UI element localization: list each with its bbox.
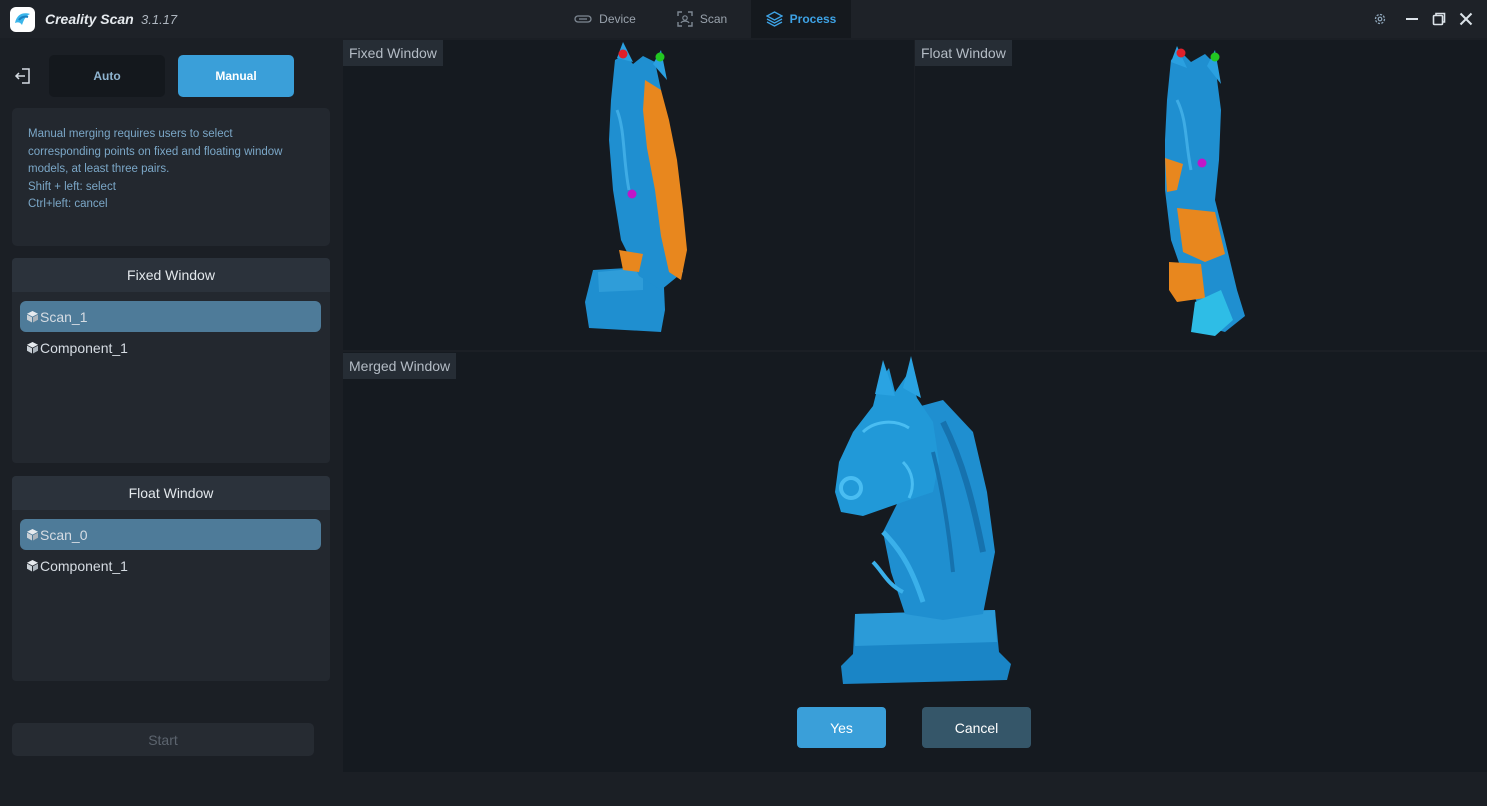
cube-icon (27, 560, 38, 572)
gear-icon (1374, 13, 1386, 25)
horse-model-float (1165, 46, 1245, 336)
help-line: models, at least three pairs. (28, 163, 170, 175)
minimize-button[interactable] (1402, 9, 1422, 29)
list-item[interactable]: Scan_1 (20, 301, 321, 332)
tab-scan[interactable]: Scan (662, 0, 742, 38)
tab-process[interactable]: Process (751, 0, 851, 38)
device-icon (574, 15, 592, 23)
help-line: Manual merging requires users to select (28, 128, 233, 140)
manual-mode-button[interactable]: Manual (178, 55, 294, 97)
tab-scan-label: Scan (699, 12, 728, 26)
tab-process-label: Process (789, 12, 837, 26)
exit-icon (14, 68, 30, 84)
auto-mode-button[interactable]: Auto (49, 55, 165, 97)
cancel-button[interactable]: Cancel (922, 707, 1031, 748)
close-icon (1459, 12, 1473, 26)
merged-window-viewport[interactable]: Merged Window (343, 352, 1487, 772)
horse-model-fixed (585, 42, 687, 332)
title-bar: Creality Scan 3.1.17 Device Scan Process (0, 0, 1487, 38)
exit-button[interactable] (13, 66, 33, 86)
settings-button[interactable] (1370, 9, 1390, 29)
float-window-viewport[interactable]: Float Window (915, 40, 1487, 350)
app-name: Creality Scan (45, 11, 134, 27)
merged-window-label: Merged Window (343, 353, 457, 379)
fixed-window-list-title: Fixed Window (12, 258, 330, 292)
horse-model-merged (835, 356, 1011, 684)
app-logo-icon (10, 7, 35, 32)
float-window-list-title: Float Window (12, 476, 330, 510)
restore-icon (1432, 12, 1446, 26)
help-box: Manual merging requires users to select … (12, 108, 330, 246)
cube-icon (27, 311, 38, 323)
list-item-label: Scan_1 (40, 308, 88, 325)
float-window-list: Float Window Scan_0 Component_1 (12, 476, 330, 681)
close-button[interactable] (1456, 9, 1476, 29)
list-item-label: Component_1 (40, 339, 128, 356)
help-line: Ctrl+left: cancel (28, 198, 108, 210)
restore-button[interactable] (1429, 9, 1449, 29)
list-item[interactable]: Component_1 (20, 550, 321, 581)
help-line: Shift + left: select (28, 180, 116, 193)
list-item[interactable]: Scan_0 (20, 519, 321, 550)
fixed-window-viewport[interactable]: Fixed Window (343, 40, 914, 350)
list-item-label: Scan_0 (40, 526, 88, 543)
tab-device-label: Device (599, 12, 636, 26)
layers-icon (765, 11, 783, 27)
help-line: corresponding points on fixed and floati… (28, 145, 283, 158)
float-window-label: Float Window (915, 40, 1012, 66)
minimize-icon (1406, 18, 1418, 20)
scan-icon (677, 11, 693, 27)
start-button[interactable]: Start (12, 723, 314, 756)
fixed-window-label: Fixed Window (343, 40, 443, 66)
cube-icon (27, 529, 38, 541)
tab-device[interactable]: Device (560, 0, 650, 38)
list-item[interactable]: Component_1 (20, 332, 321, 363)
list-item-label: Component_1 (40, 557, 128, 574)
cube-icon (27, 342, 38, 354)
yes-button[interactable]: Yes (797, 707, 886, 748)
fixed-window-list: Fixed Window Scan_1 Component_1 (12, 258, 330, 463)
app-version: 3.1.17 (141, 12, 178, 27)
